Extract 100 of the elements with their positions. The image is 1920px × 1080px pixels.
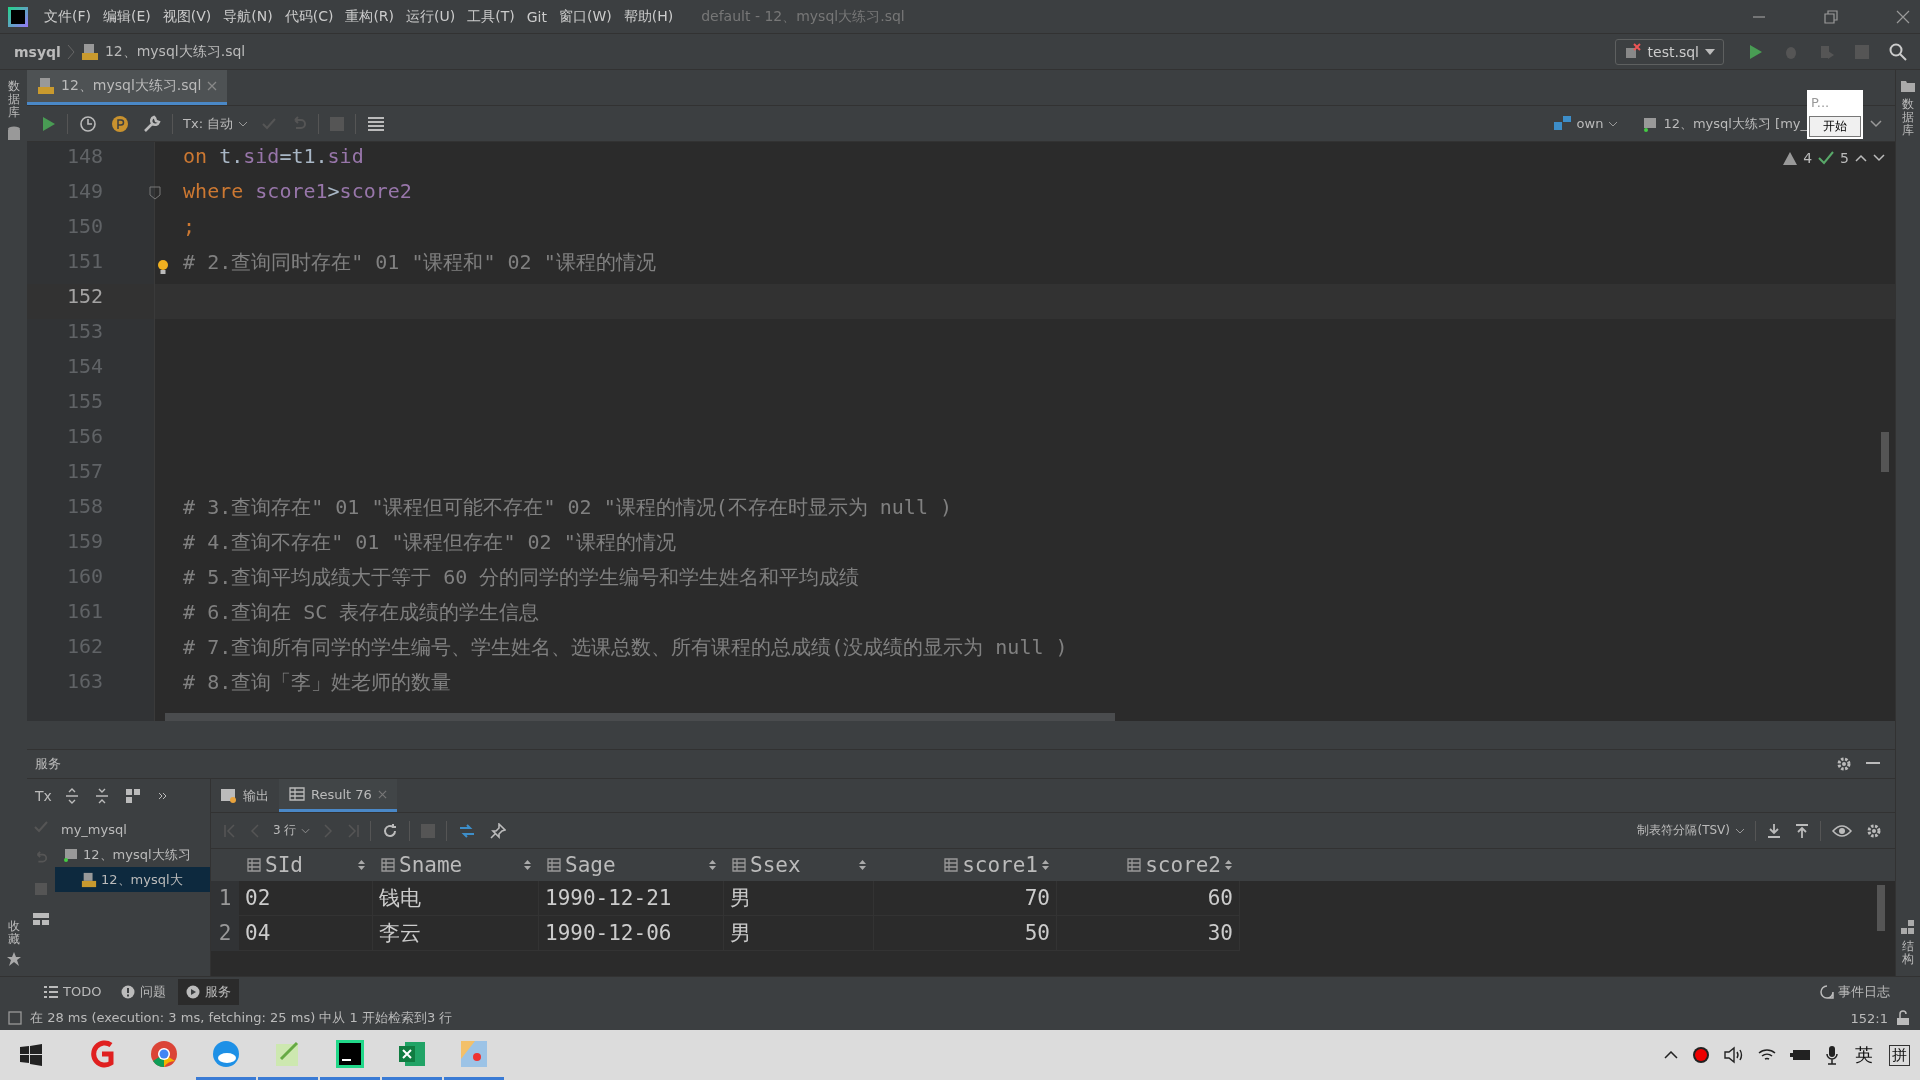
refresh-icon[interactable] bbox=[382, 822, 399, 839]
column-header[interactable]: score2 bbox=[1057, 849, 1240, 881]
database-tool-tab[interactable]: 数据库 bbox=[7, 80, 20, 120]
run-icon[interactable] bbox=[1747, 43, 1763, 60]
input-language-button[interactable]: 英 bbox=[1855, 1043, 1873, 1067]
menu-item[interactable]: 窗口(W) bbox=[558, 7, 612, 26]
upload-icon[interactable] bbox=[1795, 822, 1809, 839]
column-header[interactable]: SId bbox=[239, 849, 373, 881]
settings-icon[interactable] bbox=[1866, 822, 1882, 839]
transaction-mode-dropdown[interactable]: Tx: 自动 bbox=[177, 114, 255, 133]
restore-icon[interactable] bbox=[1824, 9, 1838, 24]
event-log-button[interactable]: 事件日志 bbox=[1820, 982, 1890, 1001]
close-icon[interactable] bbox=[1896, 9, 1910, 24]
sort-icon[interactable] bbox=[1042, 859, 1049, 871]
chevron-down-icon[interactable] bbox=[1873, 154, 1885, 162]
favorites-tool-tab[interactable]: 收藏 bbox=[7, 919, 20, 946]
structure-tool-tab[interactable]: 结构 bbox=[1902, 939, 1914, 966]
run-icon[interactable] bbox=[40, 115, 56, 132]
menu-item[interactable]: 导航(N) bbox=[223, 7, 273, 26]
column-header[interactable]: Sname bbox=[373, 849, 539, 881]
wifi-icon[interactable] bbox=[1758, 1047, 1776, 1063]
star-icon[interactable] bbox=[6, 952, 21, 966]
editor-tab[interactable]: 12、mysql大练习.sql bbox=[27, 70, 228, 105]
menu-item[interactable]: 视图(V) bbox=[162, 7, 212, 26]
structure-icon[interactable] bbox=[1901, 919, 1915, 934]
code-line: # 2.查询同时存在" 01 "课程和" 02 "课程的情况 bbox=[183, 250, 656, 274]
menu-item[interactable]: 代码(C) bbox=[284, 7, 334, 26]
start-button[interactable]: 开始 bbox=[1809, 116, 1861, 137]
history-icon[interactable] bbox=[79, 114, 97, 133]
check-icon[interactable] bbox=[1818, 151, 1835, 165]
table-icon[interactable] bbox=[367, 115, 386, 132]
tool-window-tab[interactable]: 服务 bbox=[178, 978, 240, 1005]
search-icon[interactable] bbox=[1889, 42, 1907, 61]
menu-item[interactable]: 运行(U) bbox=[406, 7, 456, 26]
chevron-down-icon[interactable] bbox=[1870, 119, 1882, 128]
tree-item[interactable]: 12、mysql大 bbox=[55, 867, 210, 892]
table-cell: 男 bbox=[724, 916, 874, 951]
compare-icon[interactable] bbox=[458, 821, 477, 840]
settings-icon[interactable] bbox=[1836, 756, 1852, 772]
vertical-scrollbar-thumb[interactable] bbox=[1877, 885, 1885, 931]
menu-item[interactable]: 文件(F) bbox=[44, 7, 91, 26]
tree-item[interactable]: my_mysql bbox=[55, 817, 210, 842]
record-icon[interactable] bbox=[1692, 1046, 1710, 1064]
breadcrumb-item[interactable]: 12、mysql大练习.sql bbox=[104, 42, 246, 61]
row-count-dropdown[interactable]: 3 行 bbox=[267, 822, 317, 839]
layout-icon[interactable] bbox=[33, 913, 49, 925]
menu-item[interactable]: 编辑(E) bbox=[103, 7, 151, 26]
code-line: ; bbox=[183, 214, 196, 238]
chevron-up-icon[interactable] bbox=[1855, 154, 1867, 162]
sort-icon[interactable] bbox=[358, 859, 365, 871]
fold-marker-icon[interactable] bbox=[149, 186, 161, 200]
column-header[interactable]: Ssex bbox=[724, 849, 874, 881]
menu-item[interactable]: 工具(T) bbox=[467, 7, 515, 26]
export-format-dropdown[interactable]: 制表符分隔(TSV) bbox=[1631, 822, 1751, 839]
tool-window-tab[interactable]: TODO bbox=[36, 980, 110, 1003]
battery-icon[interactable] bbox=[1790, 1048, 1812, 1062]
sort-icon[interactable] bbox=[1225, 859, 1232, 871]
panel-toggle-icon[interactable] bbox=[8, 1011, 22, 1025]
more-chevron-icon[interactable] bbox=[157, 792, 168, 800]
chevron-down-icon bbox=[1608, 120, 1619, 127]
volume-icon[interactable] bbox=[1724, 1046, 1744, 1064]
database-icon[interactable] bbox=[6, 125, 21, 142]
menu-item[interactable]: 帮助(H) bbox=[623, 7, 674, 26]
caret-position[interactable]: 152:1 bbox=[1850, 1010, 1888, 1026]
tree-item[interactable]: 12、mysql大练习 bbox=[55, 842, 210, 867]
transaction-button[interactable]: Tx bbox=[35, 788, 52, 804]
column-header[interactable]: score1 bbox=[874, 849, 1057, 881]
menu-item[interactable]: Git bbox=[526, 8, 547, 25]
datasource-selector[interactable]: 12、mysql大练习 [my_ bbox=[1642, 114, 1807, 133]
database-tool-tab[interactable]: 数据库 bbox=[1902, 98, 1914, 138]
breadcrumb-item[interactable]: msyql bbox=[14, 43, 61, 60]
wrench-icon[interactable] bbox=[143, 114, 161, 133]
sort-icon[interactable] bbox=[859, 859, 866, 871]
expand-all-icon[interactable] bbox=[64, 788, 79, 804]
input-mode-button[interactable]: 拼 bbox=[1889, 1044, 1910, 1066]
windows-start-icon[interactable] bbox=[20, 1044, 42, 1066]
warning-icon[interactable] bbox=[1783, 151, 1798, 165]
vertical-scrollbar-thumb[interactable] bbox=[1881, 432, 1889, 472]
tool-window-tab[interactable]: 问题 bbox=[113, 978, 175, 1005]
download-icon[interactable] bbox=[1767, 822, 1781, 839]
microphone-icon[interactable] bbox=[1826, 1045, 1838, 1065]
result-tab[interactable]: Result 76 bbox=[279, 779, 397, 812]
horizontal-scrollbar-thumb[interactable] bbox=[165, 713, 1115, 721]
minimize-icon[interactable] bbox=[1866, 762, 1880, 766]
run-config-dropdown[interactable]: test.sql bbox=[1614, 38, 1724, 65]
result-tab[interactable]: 输出 bbox=[211, 779, 279, 812]
schema-dropdown[interactable]: own bbox=[1547, 115, 1625, 132]
folder-icon[interactable] bbox=[1901, 80, 1915, 92]
parameter-icon[interactable] bbox=[111, 114, 129, 133]
lock-icon[interactable] bbox=[1896, 1010, 1910, 1026]
group-icon[interactable] bbox=[124, 788, 141, 804]
chevron-up-icon[interactable] bbox=[1664, 1051, 1678, 1059]
sort-icon[interactable] bbox=[709, 859, 716, 871]
sort-icon[interactable] bbox=[524, 859, 531, 871]
column-header[interactable]: Sage bbox=[539, 849, 724, 881]
lightbulb-icon[interactable] bbox=[157, 259, 169, 275]
collapse-all-icon[interactable] bbox=[94, 788, 109, 804]
menu-item[interactable]: 重构(R) bbox=[345, 7, 395, 26]
eye-icon[interactable] bbox=[1832, 823, 1852, 838]
pin-icon[interactable] bbox=[490, 822, 507, 839]
